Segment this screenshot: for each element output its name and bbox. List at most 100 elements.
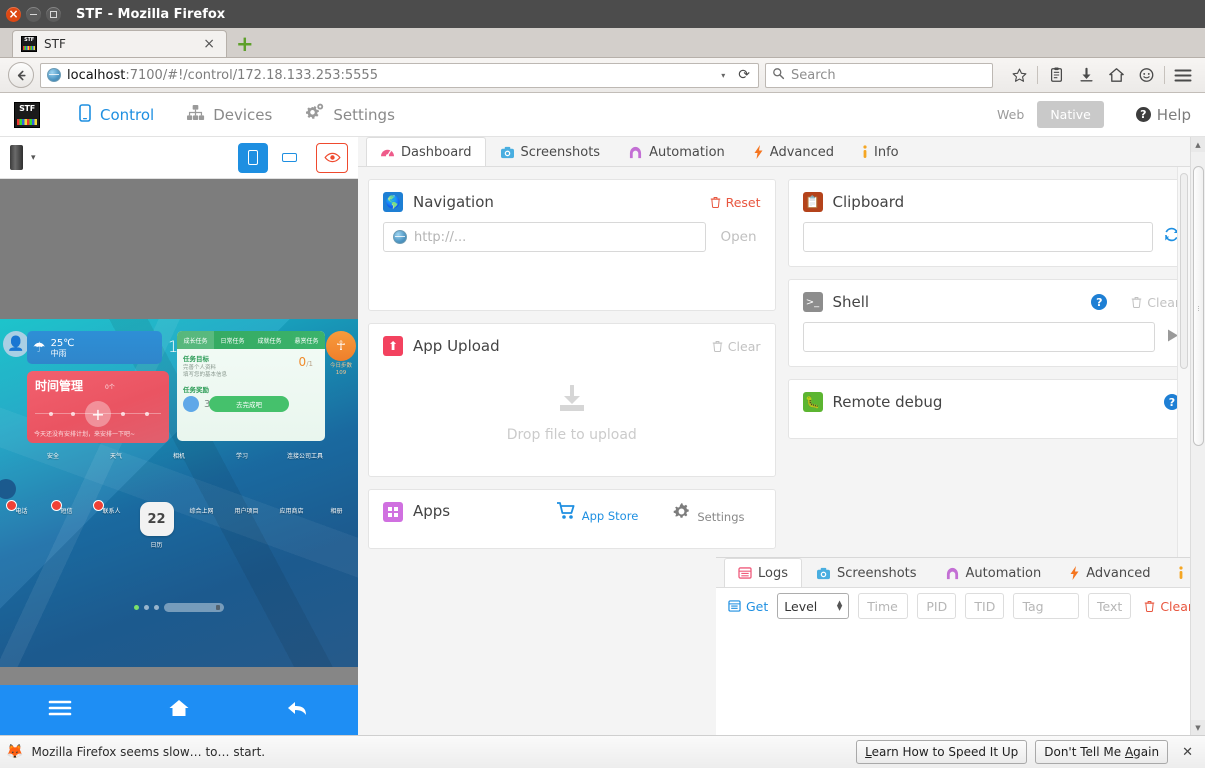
step-counter-widget[interactable]: ☥: [326, 331, 356, 361]
page-scroll-thumb[interactable]: [1192, 166, 1204, 446]
back-button[interactable]: [8, 62, 34, 88]
home-icon[interactable]: [1102, 62, 1130, 88]
device-search-pill[interactable]: [164, 603, 224, 612]
app-upload-dropzone[interactable]: Drop file to upload: [383, 366, 761, 462]
mode-native-button[interactable]: Native: [1037, 101, 1104, 128]
watch-device-button[interactable]: [316, 142, 348, 173]
close-window-button[interactable]: [6, 6, 21, 22]
weather-widget[interactable]: ☂ 25℃ 中雨: [27, 331, 162, 364]
logs-time-filter[interactable]: Time: [858, 593, 909, 619]
navigation-url-input[interactable]: http://...: [383, 222, 707, 252]
quest-tab-1[interactable]: 日常任务: [214, 331, 251, 349]
shell-help-icon[interactable]: ?: [1091, 294, 1108, 310]
bookmark-star-icon[interactable]: [1005, 62, 1033, 88]
device-app-icon[interactable]: 学习: [216, 447, 268, 462]
logs-text-filter[interactable]: Text: [1088, 593, 1132, 619]
logs-pid-filter[interactable]: PID: [917, 593, 957, 619]
device-app-icon[interactable]: 安全: [27, 447, 79, 462]
clipboard-input[interactable]: [802, 222, 1153, 252]
portrait-orientation-button[interactable]: [238, 142, 268, 173]
landscape-orientation-button[interactable]: [276, 143, 302, 173]
logs-tid-filter[interactable]: TID: [965, 593, 1005, 619]
device-app-icon[interactable]: 天气: [90, 447, 142, 462]
shell-clear-button[interactable]: Clear: [1131, 295, 1180, 310]
quest-complete-button[interactable]: 去完成吧: [209, 396, 289, 412]
reload-icon[interactable]: ⟳: [734, 67, 754, 83]
search-input[interactable]: Search: [765, 62, 993, 88]
device-app-icon[interactable]: 应用商店: [272, 502, 312, 551]
apps-settings-button[interactable]: Settings: [672, 502, 745, 525]
help-link[interactable]: ? Help: [1135, 106, 1191, 124]
dashboard-inner-scrollbar[interactable]: [1177, 167, 1190, 557]
device-app-icon[interactable]: 相机: [153, 447, 205, 462]
device-thumbnail-icon: [10, 145, 23, 170]
navigation-card: 🌎 Navigation Reset http://... Open: [368, 179, 776, 311]
close-notification-icon[interactable]: ✕: [1176, 745, 1199, 760]
bottom-tab-advanced[interactable]: Advanced: [1055, 558, 1164, 587]
browser-tab-title: STF: [44, 37, 66, 51]
sync-chat-icon[interactable]: [1132, 62, 1160, 88]
tab-info[interactable]: Info: [848, 137, 913, 166]
tab-advanced[interactable]: Advanced: [739, 137, 848, 166]
logs-get-button[interactable]: Get: [728, 599, 768, 614]
time-management-widget[interactable]: 时间管理 0个 + 今天还没有安排计划，来安排一下吧~: [27, 371, 169, 443]
minimize-window-button[interactable]: [26, 6, 41, 22]
bottom-tab-screenshots[interactable]: Screenshots: [802, 558, 931, 587]
quest-tab-3[interactable]: 悬赏任务: [288, 331, 325, 349]
browser-tab-stf[interactable]: STF STF ×: [12, 30, 227, 57]
tab-dashboard[interactable]: Dashboard: [366, 137, 486, 166]
tab-screenshots[interactable]: Screenshots: [486, 137, 615, 166]
maximize-window-button[interactable]: [46, 6, 61, 22]
device-home-icon[interactable]: [168, 698, 190, 723]
dashboard-inner-scroll-thumb[interactable]: [1180, 173, 1188, 369]
app-upload-card-body[interactable]: Drop file to upload: [369, 366, 775, 476]
page-scrollbar[interactable]: ▲ ▼: [1190, 137, 1205, 735]
tab-automation[interactable]: Automation: [614, 137, 739, 166]
scroll-down-arrow-icon[interactable]: ▼: [1190, 720, 1205, 735]
device-app-icon[interactable]: 短信: [47, 500, 87, 551]
reader-list-icon[interactable]: [1042, 62, 1070, 88]
device-dropdown-icon[interactable]: ▾: [31, 153, 36, 163]
stf-logo[interactable]: STF: [14, 101, 40, 128]
url-dropdown-icon[interactable]: ▾: [718, 71, 728, 80]
device-menu-icon[interactable]: [48, 698, 72, 722]
learn-how-button[interactable]: Learn How to Speed It Up: [856, 740, 1028, 764]
add-plan-button[interactable]: +: [85, 401, 111, 427]
navigation-open-button[interactable]: Open: [716, 229, 760, 245]
quest-widget[interactable]: 成长任务 日常任务 成就任务 悬赏任务 任务目标 完善个人资料 填写您的基本信息…: [177, 331, 325, 441]
mode-web-button[interactable]: Web: [984, 101, 1037, 128]
navigation-reset-button[interactable]: Reset: [710, 195, 761, 210]
device-app-icon[interactable]: 用户项目: [227, 502, 267, 551]
page-scroll-track[interactable]: [1191, 152, 1205, 720]
new-tab-button[interactable]: +: [236, 34, 254, 55]
hamburger-menu-icon[interactable]: [1169, 62, 1197, 88]
device-app-icon[interactable]: 连接公司工具: [279, 447, 331, 462]
app-store-button[interactable]: App Store: [556, 502, 638, 525]
downloads-icon[interactable]: [1072, 62, 1100, 88]
dont-tell-again-button[interactable]: Don't Tell Me Again: [1035, 740, 1169, 764]
logs-clear-button[interactable]: Clear: [1144, 599, 1193, 614]
logs-tag-filter[interactable]: Tag: [1013, 593, 1080, 619]
logs-output[interactable]: [716, 624, 1205, 735]
nav-item-devices[interactable]: Devices: [170, 93, 288, 137]
device-app-icon[interactable]: 22 日历: [137, 502, 177, 551]
bottom-tab-automation[interactable]: Automation: [931, 558, 1056, 587]
device-app-icon[interactable]: 相册: [317, 502, 357, 551]
quest-tab-0[interactable]: 成长任务: [177, 331, 214, 349]
scroll-up-arrow-icon[interactable]: ▲: [1190, 137, 1205, 152]
nav-item-settings[interactable]: Settings: [288, 93, 411, 137]
close-tab-icon[interactable]: ×: [200, 36, 218, 52]
device-app-icon[interactable]: 联系人: [92, 500, 132, 551]
shell-command-input[interactable]: [802, 322, 1155, 352]
bottom-tab-logs[interactable]: Logs: [724, 558, 802, 587]
logs-level-select[interactable]: Level ▲ ▼: [777, 593, 850, 619]
quest-tab-2[interactable]: 成就任务: [251, 331, 288, 349]
device-back-icon[interactable]: [286, 698, 310, 723]
app-upload-clear-button[interactable]: Clear: [712, 339, 761, 354]
device-app-icon[interactable]: 综合上网: [182, 502, 222, 551]
device-screen-mirror[interactable]: 👤 ☂ 25℃ 中雨 11:03 7月22日 周三: [0, 179, 358, 735]
device-wallpaper: 👤 ☂ 25℃ 中雨 11:03 7月22日 周三: [0, 319, 358, 686]
device-app-icon[interactable]: 电话: [2, 500, 42, 551]
nav-item-control[interactable]: Control: [62, 93, 170, 137]
url-bar[interactable]: localhost:7100/#!/control/172.18.133.253…: [40, 62, 759, 88]
